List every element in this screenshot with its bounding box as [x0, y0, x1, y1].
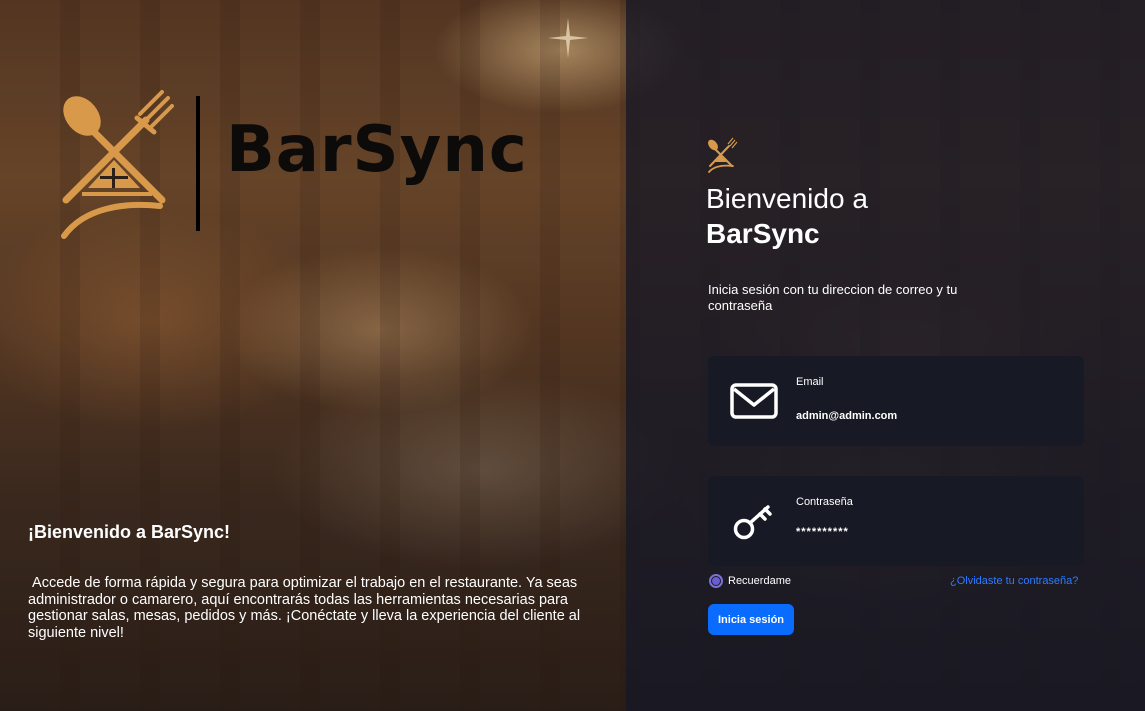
logo-divider: [196, 96, 200, 231]
left-welcome-title: ¡Bienvenido a BarSync!: [28, 522, 231, 542]
key-icon: [733, 505, 772, 540]
email-input[interactable]: [796, 410, 1056, 422]
envelope-icon: [730, 383, 778, 419]
password-input[interactable]: [796, 526, 1056, 538]
email-field[interactable]: Email: [708, 356, 1084, 446]
login-button[interactable]: Inicia sesión: [708, 604, 794, 635]
brand-wordmark: BarSync: [226, 113, 528, 187]
password-field[interactable]: Contraseña: [708, 476, 1084, 566]
remember-me-label: Recuerdame: [728, 575, 791, 587]
password-label: Contraseña: [796, 496, 853, 508]
remember-me-radio[interactable]: [709, 574, 723, 588]
login-subtitle: Inicia sesión con tu direccion de correo…: [708, 282, 958, 313]
barsync-small-logo-icon: [708, 137, 738, 173]
forgot-password-link[interactable]: ¿Olvidaste tu contraseña?: [950, 575, 1078, 587]
welcome-heading: Bienvenido a: [706, 183, 868, 214]
welcome-brand-heading: BarSync: [706, 218, 820, 249]
email-label: Email: [796, 376, 824, 388]
left-welcome-description: Accede de forma rápida y segura para opt…: [28, 575, 585, 641]
login-page: BarSync ¡Bienvenido a BarSync! Accede de…: [0, 0, 1145, 711]
remember-me-toggle[interactable]: Recuerdame: [709, 574, 791, 588]
